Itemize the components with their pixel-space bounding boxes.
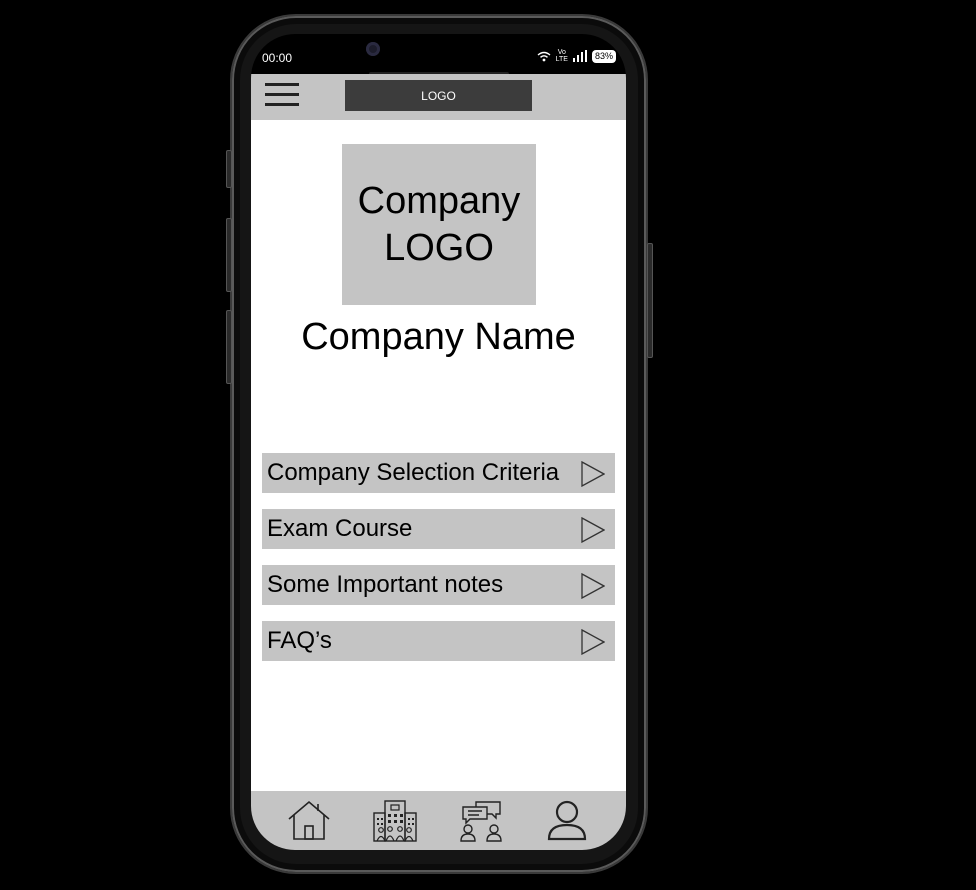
- volume-up-button: [226, 218, 232, 292]
- hamburger-icon[interactable]: [265, 83, 299, 107]
- power-button: [647, 243, 653, 358]
- volte-bottom: LTE: [555, 56, 568, 63]
- wifi-icon: [537, 51, 551, 61]
- profile-icon[interactable]: [546, 799, 588, 841]
- menu-item-selection-criteria[interactable]: Company Selection Criteria: [262, 453, 615, 493]
- volte-indicator: Vo LTE: [556, 49, 568, 63]
- menu-item-label: FAQ’s: [267, 627, 332, 654]
- home-icon[interactable]: [287, 799, 331, 841]
- signal-icon: [572, 50, 587, 62]
- app-header: LOGO: [251, 74, 626, 120]
- menu-item-label: Some Important notes: [267, 571, 504, 598]
- menu-item-label: Company Selection Criteria: [267, 459, 560, 486]
- bottom-nav: [251, 791, 626, 850]
- menu-item-faqs[interactable]: FAQ’s: [262, 621, 615, 661]
- status-time: 00:00: [262, 51, 293, 65]
- play-arrow-icon: [581, 573, 605, 599]
- company-logo-line2: LOGO: [384, 226, 494, 269]
- header-logo: LOGO: [345, 80, 532, 111]
- company-name: Company Name: [301, 316, 576, 358]
- battery-icon: 83%: [591, 49, 616, 63]
- menu-item-important-notes[interactable]: Some Important notes: [262, 565, 615, 605]
- front-camera: [366, 42, 380, 56]
- mute-switch: [226, 150, 232, 188]
- company-building-icon[interactable]: [372, 799, 418, 843]
- status-icons: Vo LTE 83%: [537, 49, 616, 63]
- menu-item-exam-course[interactable]: Exam Course: [262, 509, 615, 549]
- play-arrow-icon: [581, 517, 605, 543]
- main-content: Company LOGO Company Name Company Select…: [251, 120, 626, 791]
- company-logo-line1: Company: [357, 179, 521, 222]
- discussion-icon[interactable]: [459, 799, 503, 843]
- play-arrow-icon: [581, 629, 605, 655]
- phone-screen: 00:00 Vo LTE 83% LOGO Company LOGO Compa…: [251, 34, 626, 850]
- volume-down-button: [226, 310, 232, 384]
- play-arrow-icon: [581, 461, 605, 487]
- status-bar: 00:00 Vo LTE 83%: [251, 34, 626, 76]
- company-logo-placeholder: Company LOGO: [342, 144, 536, 305]
- menu-item-label: Exam Course: [267, 515, 413, 542]
- volte-top: Vo: [557, 49, 566, 56]
